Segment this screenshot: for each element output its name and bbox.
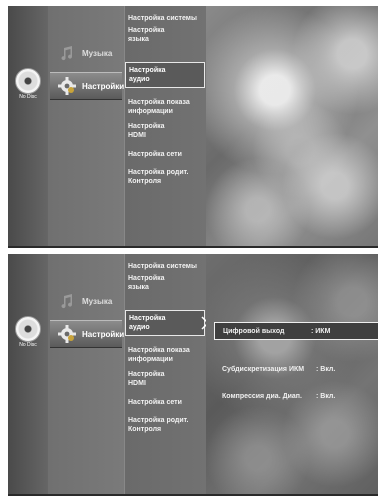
disc-column: No Disc — [8, 254, 48, 494]
option-digital-output-label: Цифровой выход — [223, 327, 285, 335]
option-digital-output[interactable]: Цифровой выход : ИКМ — [214, 322, 378, 340]
menu-item-music-label: Музыка — [82, 48, 113, 58]
submenu-item-hdmi-label: Настройка — [128, 123, 165, 130]
menu-item-settings-label: Настройки — [82, 81, 125, 91]
submenu-item-info-label-2: информации — [128, 108, 173, 115]
submenu-item-network[interactable]: Настройка сети — [128, 150, 202, 159]
submenu-item-info-label: Настройка показа — [128, 99, 190, 106]
submenu-item-parental-label: Настройка родит. — [128, 169, 189, 176]
menu-screen-2: No Disc Музыка Настройки Настройка систе… — [8, 254, 378, 496]
submenu-item-language-label-2: языка — [128, 36, 149, 43]
settings-submenu: Настройка системы Настройка языка Настрой… — [124, 6, 207, 246]
option-pcm-downsampling-label: Субдискретизация ИКМ — [222, 366, 305, 373]
submenu-item-system-label: Настройка системы — [128, 15, 197, 22]
submenu-item-language-label: Настройка — [128, 27, 165, 34]
menu-item-settings-label: Настройки — [82, 329, 125, 339]
gear-icon — [56, 323, 78, 345]
submenu-item-language[interactable]: Настройка языка — [128, 274, 202, 292]
option-pcm-downsampling-value: : Вкл. — [316, 366, 336, 373]
submenu-item-hdmi-label: Настройка — [128, 371, 165, 378]
submenu-item-audio[interactable]: Настройка аудио — [125, 310, 205, 336]
submenu-item-audio[interactable]: Настройка аудио — [125, 62, 205, 88]
submenu-item-parental-label-2: Контроля — [128, 426, 162, 433]
disc-column: No Disc — [8, 6, 48, 246]
menu-item-music[interactable]: Музыка — [50, 288, 122, 314]
settings-submenu: Настройка системы Настройка языка Настрой… — [124, 254, 207, 494]
gear-icon — [56, 75, 78, 97]
main-menu: Музыка Настройки — [48, 6, 124, 246]
submenu-item-parental[interactable]: Настройка родит. Контроля — [128, 168, 202, 186]
submenu-item-system-label: Настройка системы — [128, 263, 197, 270]
option-dynamic-range-compression-value: : Вкл. — [316, 393, 336, 400]
submenu-item-audio-label-2: аудио — [129, 324, 150, 331]
disc-icon — [15, 68, 41, 94]
submenu-item-network-label: Настройка сети — [128, 399, 182, 406]
submenu-item-info[interactable]: Настройка показа информации — [128, 346, 202, 364]
submenu-item-system[interactable]: Настройка системы — [128, 262, 202, 271]
menu-item-settings[interactable]: Настройки — [50, 72, 125, 100]
submenu-item-hdmi-label-2: HDMI — [128, 380, 146, 387]
submenu-item-hdmi-label-2: HDMI — [128, 132, 146, 139]
submenu-item-audio-label: Настройка — [129, 67, 166, 74]
audio-options-panel: Цифровой выход : ИКМ Субдискретизация ИК… — [206, 254, 378, 494]
menu-item-settings[interactable]: Настройки — [50, 320, 125, 348]
music-note-icon — [56, 42, 78, 64]
music-note-icon — [56, 290, 78, 312]
submenu-item-audio-label-2: аудио — [129, 76, 150, 83]
option-pcm-downsampling[interactable]: Субдискретизация ИКМ : Вкл. — [222, 366, 335, 373]
disc-icon — [15, 316, 41, 342]
submenu-item-audio-label: Настройка — [129, 315, 166, 322]
submenu-item-parental-label: Настройка родит. — [128, 417, 189, 424]
submenu-item-info[interactable]: Настройка показа информации — [128, 98, 202, 116]
submenu-item-network[interactable]: Настройка сети — [128, 398, 202, 407]
submenu-item-network-label: Настройка сети — [128, 151, 182, 158]
submenu-item-language[interactable]: Настройка языка — [128, 26, 202, 44]
submenu-item-language-label: Настройка — [128, 275, 165, 282]
option-dynamic-range-compression[interactable]: Компрессия диа. Диап. : Вкл. — [222, 393, 335, 400]
menu-screen-1: No Disc Музыка Настройки Настройка систе… — [8, 6, 378, 248]
menu-item-music-label: Музыка — [82, 296, 113, 306]
disc-status-label: No Disc — [19, 342, 37, 348]
submenu-item-parental-label-2: Контроля — [128, 178, 162, 185]
disc-status-label: No Disc — [19, 94, 37, 100]
submenu-item-hdmi[interactable]: Настройка HDMI — [128, 122, 202, 140]
menu-item-music[interactable]: Музыка — [50, 40, 122, 66]
option-digital-output-value: : ИКМ — [311, 327, 331, 335]
submenu-item-system[interactable]: Настройка системы — [128, 14, 202, 23]
submenu-item-info-label-2: информации — [128, 356, 173, 363]
submenu-item-language-label-2: языка — [128, 284, 149, 291]
content-preview — [206, 6, 378, 246]
submenu-item-parental[interactable]: Настройка родит. Контроля — [128, 416, 202, 434]
submenu-item-info-label: Настройка показа — [128, 347, 190, 354]
submenu-item-hdmi[interactable]: Настройка HDMI — [128, 370, 202, 388]
option-dynamic-range-compression-label: Компрессия диа. Диап. — [222, 393, 302, 400]
main-menu: Музыка Настройки — [48, 254, 124, 494]
